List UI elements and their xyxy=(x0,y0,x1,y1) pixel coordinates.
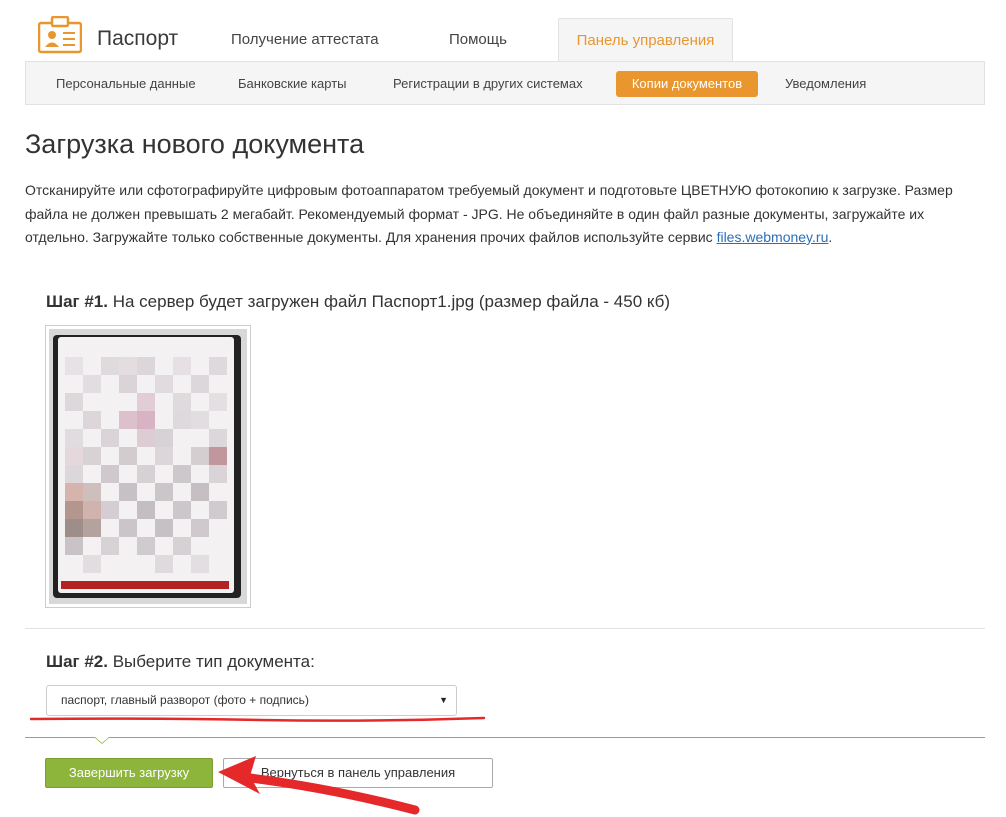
step2-prefix: Шаг #2. xyxy=(46,652,108,671)
subnav-item-bank-cards[interactable]: Банковские карты xyxy=(238,76,347,91)
subnav-bar: Персональные данные Банковские карты Рег… xyxy=(25,61,985,105)
upload-instructions: Отсканируйте или сфотографируйте цифровы… xyxy=(25,179,985,250)
step1-heading: Шаг #1. На сервер будет загружен файл Па… xyxy=(46,292,670,312)
instructions-end: . xyxy=(828,229,833,245)
section-divider xyxy=(25,628,985,629)
red-underline-annotation xyxy=(30,716,486,722)
subnav-item-personal-data[interactable]: Персональные данные xyxy=(56,76,196,91)
divider-notch-fill xyxy=(95,737,109,743)
step2-text: Выберите тип документа: xyxy=(107,652,315,671)
passport-image-thumbnail xyxy=(49,329,247,604)
brand-title: Паспорт xyxy=(97,27,179,50)
back-to-control-panel-button[interactable]: Вернуться в панель управления xyxy=(223,758,493,788)
page-title: Загрузка нового документа xyxy=(25,129,365,159)
files-webmoney-link[interactable]: files.webmoney.ru xyxy=(717,229,829,245)
document-type-selected-value: паспорт, главный разворот (фото + подпис… xyxy=(61,693,309,707)
finish-upload-button[interactable]: Завершить загрузку xyxy=(45,758,213,788)
action-divider xyxy=(25,737,985,738)
subnav-item-other-registrations[interactable]: Регистрации в других системах xyxy=(393,76,583,91)
subnav-item-notifications[interactable]: Уведомления xyxy=(785,76,866,91)
passport-logo-icon xyxy=(38,16,82,54)
tab-help[interactable]: Помощь xyxy=(449,31,507,48)
step1-text: На сервер будет загружен файл Паспорт1.j… xyxy=(107,292,671,311)
triangle-down-icon: ▼ xyxy=(439,695,448,705)
step2-heading: Шаг #2. Выберите тип документа: xyxy=(46,652,315,672)
subnav-item-document-copies[interactable]: Копии документов xyxy=(616,71,758,97)
tab-control-panel[interactable]: Панель управления xyxy=(558,18,733,62)
uploaded-file-preview xyxy=(45,325,251,608)
document-type-select[interactable]: паспорт, главный разворот (фото + подпис… xyxy=(46,685,457,716)
tab-get-attestat[interactable]: Получение аттестата xyxy=(231,31,379,48)
step1-prefix: Шаг #1. xyxy=(46,292,108,311)
